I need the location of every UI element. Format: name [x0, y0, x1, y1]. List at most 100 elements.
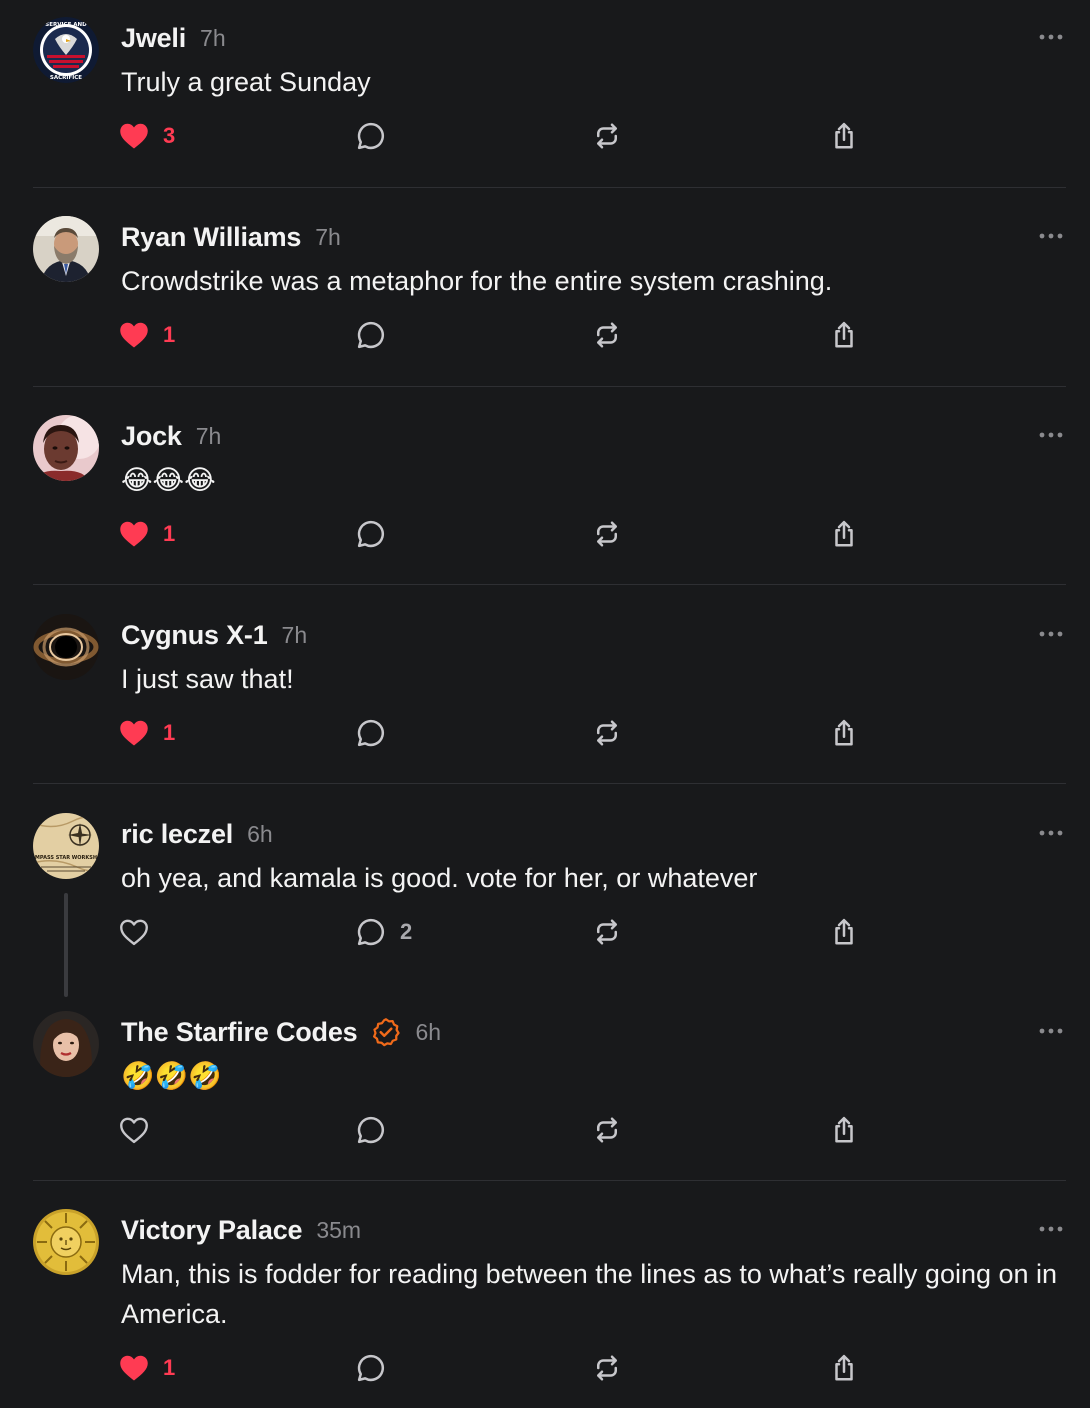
more-dots-icon[interactable]: [1036, 619, 1066, 649]
post-text: Truly a great Sunday: [121, 67, 371, 97]
repost-button[interactable]: [592, 1348, 622, 1388]
more-dots-icon[interactable]: [1036, 1214, 1066, 1244]
repost-button[interactable]: [592, 912, 622, 952]
post-header: Jweli 7h: [121, 18, 226, 58]
post-text: I just saw that!: [121, 664, 294, 694]
speech-bubble-icon: [357, 719, 385, 747]
divider: [33, 783, 1066, 784]
heart-icon: [120, 521, 148, 547]
avatar[interactable]: [33, 614, 99, 680]
repost-button[interactable]: [592, 713, 622, 753]
share-button[interactable]: [829, 1110, 859, 1150]
like-count: 1: [163, 1355, 176, 1380]
more-dots-icon[interactable]: [1036, 420, 1066, 450]
avatar[interactable]: [33, 1209, 99, 1275]
verified-badge-icon: [371, 1017, 401, 1047]
post-text: 😂😂😂: [121, 465, 216, 495]
heart-outline-icon: [120, 1117, 148, 1144]
post-header: The Starfire Codes 6h: [121, 1012, 441, 1052]
post-time[interactable]: 7h: [282, 622, 308, 649]
black-hole-icon: [33, 614, 99, 680]
more-dots-icon[interactable]: [1036, 1016, 1066, 1046]
more-dots-icon[interactable]: [1036, 818, 1066, 848]
post-header: Cygnus X-1 7h: [121, 615, 307, 655]
speech-bubble-icon: [357, 1354, 385, 1382]
author-name[interactable]: Victory Palace: [121, 1215, 303, 1246]
repost-arrows-icon: [597, 1355, 617, 1381]
author-name[interactable]: ric leczel: [121, 819, 233, 850]
like-button[interactable]: 3: [119, 116, 175, 156]
avatar[interactable]: [33, 216, 99, 282]
speech-bubble-icon: [357, 1116, 385, 1144]
like-button[interactable]: [119, 1110, 149, 1150]
author-name[interactable]: Cygnus X-1: [121, 620, 268, 651]
thread-line: [64, 893, 68, 997]
post-actions: 1: [0, 713, 1090, 753]
repost-button[interactable]: [592, 1110, 622, 1150]
author-name[interactable]: Jock: [121, 421, 182, 452]
share-icon: [835, 122, 853, 149]
post-time[interactable]: 7h: [196, 423, 222, 450]
post-text: 🤣🤣🤣: [121, 1061, 222, 1091]
post-time[interactable]: 6h: [247, 821, 273, 848]
reply-button[interactable]: [356, 713, 386, 753]
author-name[interactable]: Ryan Williams: [121, 222, 301, 253]
post-text: oh yea, and kamala is good. vote for her…: [121, 863, 758, 893]
avatar[interactable]: [33, 1011, 99, 1077]
share-icon: [835, 719, 853, 746]
post-actions: [0, 1110, 1090, 1150]
bearded-man-photo-icon: [33, 216, 99, 282]
heart-icon: [120, 1355, 148, 1381]
golden-sun-face-icon: [33, 1209, 99, 1275]
post-time[interactable]: 7h: [200, 25, 226, 52]
like-button[interactable]: [119, 912, 149, 952]
avatar[interactable]: [33, 415, 99, 481]
post-time[interactable]: 35m: [316, 1217, 361, 1244]
more-dots-icon[interactable]: [1036, 221, 1066, 251]
author-name[interactable]: Jweli: [121, 23, 186, 54]
post: SERVICE AND SACRIFICE Jweli 7h Truly a g…: [0, 0, 1090, 188]
repost-button[interactable]: [592, 514, 622, 554]
heart-icon: [120, 123, 148, 149]
reply-button[interactable]: [356, 1348, 386, 1388]
repost-arrows-icon: [597, 521, 617, 547]
share-button[interactable]: [829, 116, 859, 156]
like-button[interactable]: 1: [119, 713, 175, 753]
like-count: 3: [163, 123, 176, 148]
repost-button[interactable]: [592, 315, 622, 355]
post-actions: 2: [0, 912, 1090, 952]
avatar[interactable]: SERVICE AND SACRIFICE: [33, 17, 99, 83]
reply-button[interactable]: 2: [356, 912, 412, 952]
divider: [33, 187, 1066, 188]
reply-button[interactable]: [356, 315, 386, 355]
share-button[interactable]: [829, 713, 859, 753]
like-button[interactable]: 1: [119, 514, 175, 554]
repost-arrows-icon: [597, 123, 617, 149]
post-time[interactable]: 6h: [415, 1019, 441, 1046]
repost-button[interactable]: [592, 116, 622, 156]
reply-button[interactable]: [356, 116, 386, 156]
reply-button[interactable]: [356, 1110, 386, 1150]
more-dots-icon[interactable]: [1036, 22, 1066, 52]
portrait-photo-icon: [33, 415, 99, 481]
like-button[interactable]: 1: [119, 1348, 175, 1388]
like-button[interactable]: 1: [119, 315, 175, 355]
svg-text:SERVICE AND: SERVICE AND: [45, 22, 87, 28]
like-count: 1: [163, 521, 176, 546]
svg-text:COMPASS STAR WORKSHOP: COMPASS STAR WORKSHOP: [33, 855, 99, 861]
speech-bubble-icon: [357, 122, 385, 150]
heart-icon: [120, 720, 148, 746]
share-button[interactable]: [829, 315, 859, 355]
share-button[interactable]: [829, 514, 859, 554]
reply-button[interactable]: [356, 514, 386, 554]
avatar[interactable]: COMPASS STAR WORKSHOP: [33, 813, 99, 879]
post: Victory Palace 35m Man, this is fodder f…: [0, 1192, 1090, 1408]
post-time[interactable]: 7h: [315, 224, 341, 251]
author-name[interactable]: The Starfire Codes: [121, 1017, 358, 1048]
repost-arrows-icon: [597, 919, 617, 945]
share-button[interactable]: [829, 1348, 859, 1388]
post: Jock 7h 😂😂😂 1: [0, 398, 1090, 586]
share-button[interactable]: [829, 912, 859, 952]
like-count: 1: [163, 322, 176, 347]
share-icon: [835, 918, 853, 945]
